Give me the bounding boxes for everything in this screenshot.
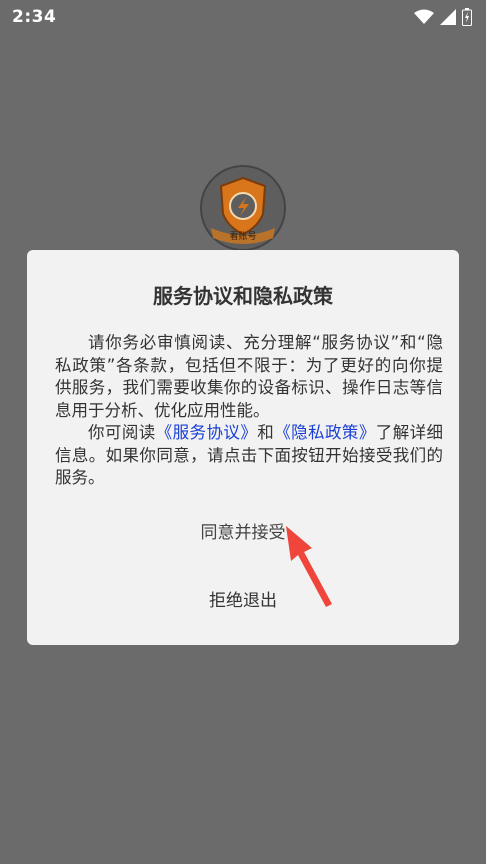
app-logo: 看账号: [199, 164, 287, 252]
status-bar: 2:34: [0, 0, 486, 34]
pointer-arrow-icon: [286, 526, 332, 607]
privacy-link[interactable]: 《隐私政策》: [274, 423, 376, 442]
cell-signal-icon: [440, 9, 456, 25]
paragraph2-prefix: 你可阅读: [88, 423, 156, 442]
dialog-title: 服务协议和隐私政策: [153, 284, 333, 308]
privacy-dialog: 服务协议和隐私政策 请你务必审慎阅读、充分理解“服务协议”和“隐私政策”各条款，…: [27, 250, 459, 645]
status-icons: [414, 8, 472, 26]
status-time: 2:34: [12, 7, 57, 27]
battery-icon: [462, 8, 472, 26]
reject-button[interactable]: 拒绝退出: [27, 586, 459, 616]
terms-link[interactable]: 《服务协议》: [156, 423, 258, 442]
wifi-icon: [414, 9, 434, 25]
accept-button[interactable]: 同意并接受: [27, 518, 459, 548]
shield-logo-icon: 看账号: [200, 165, 286, 251]
dialog-paragraph-2: 你可阅读《服务协议》和《隐私政策》了解详细信息。如果你同意，请点击下面按钮开始接…: [55, 422, 443, 490]
svg-text:看账号: 看账号: [229, 230, 256, 242]
paragraph2-middle: 和: [257, 423, 275, 442]
dialog-body: 请你务必审慎阅读、充分理解“服务协议”和“隐私政策”各条款，包括但不限于：为了更…: [55, 332, 443, 490]
dialog-paragraph-1: 请你务必审慎阅读、充分理解“服务协议”和“隐私政策”各条款，包括但不限于：为了更…: [55, 333, 443, 420]
